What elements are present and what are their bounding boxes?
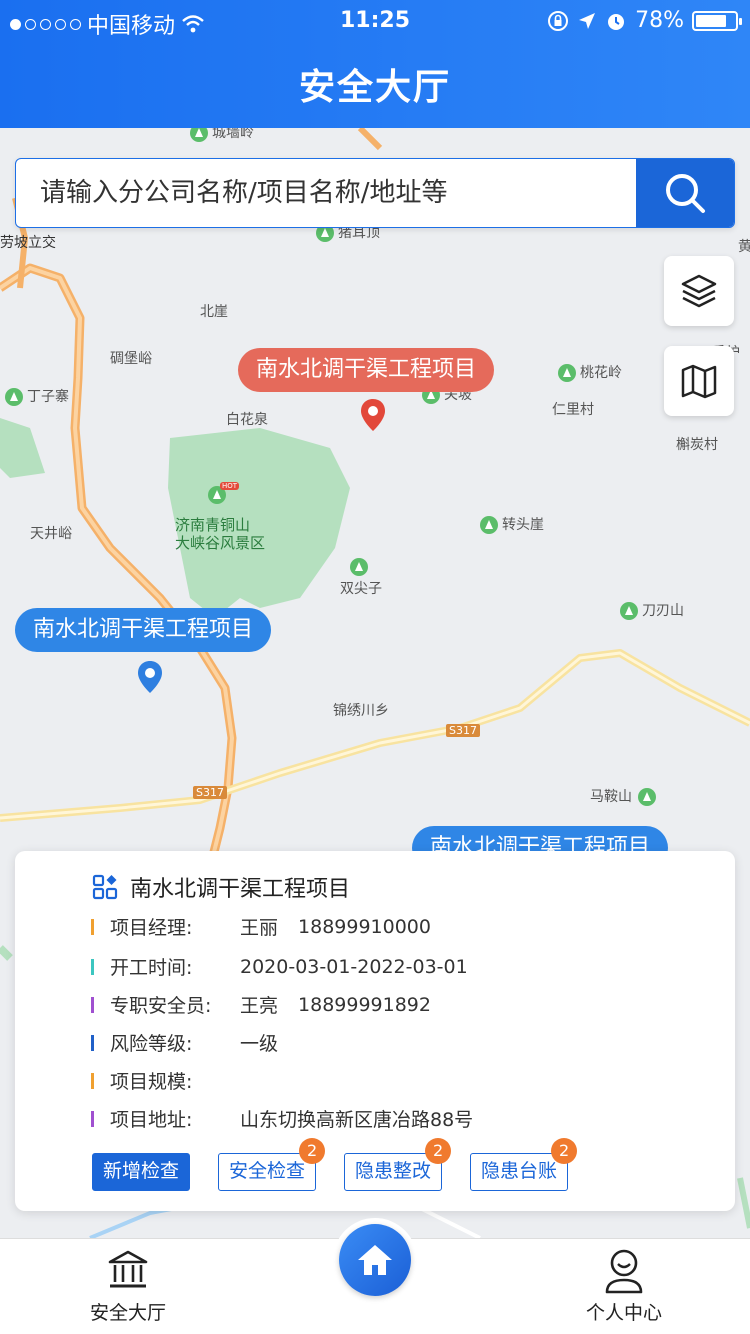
app-screen: 中国移动 11:25 78% 安全大厅 城墙岭 猪耳顶 劳坡立交 北崖 碉堡峪 …	[0, 0, 750, 1334]
mountain-icon	[5, 388, 23, 406]
row-label: 项目规模:	[110, 1071, 193, 1093]
status-bar: 中国移动 11:25 78%	[0, 0, 750, 40]
info-row-safety-officer: 专职安全员: 王亮 18899991892	[91, 991, 431, 1018]
map-label: 天井峪	[30, 526, 72, 542]
map-label: 锦绣川乡	[333, 703, 389, 719]
page-title: 安全大厅	[298, 67, 451, 108]
row-marker	[91, 958, 94, 975]
row-marker	[91, 1072, 94, 1089]
card-title: 南水北调干渠工程项目	[130, 877, 351, 902]
row-value: 王亮	[240, 995, 279, 1017]
rotation-lock-icon	[548, 10, 569, 31]
count-badge: 2	[551, 1138, 578, 1164]
status-right: 78%	[547, 8, 742, 33]
map-label: 双尖子	[340, 558, 382, 598]
row-label: 项目地址:	[110, 1109, 193, 1131]
road-sign: S317	[193, 786, 227, 799]
alarm-icon	[608, 13, 625, 30]
search-input[interactable]	[16, 159, 636, 227]
map-label: 桃花岭	[558, 362, 622, 382]
map-label: 碉堡峪	[110, 351, 152, 367]
user-icon	[605, 1249, 643, 1294]
home-button[interactable]	[333, 1218, 417, 1302]
row-label: 专职安全员:	[110, 995, 212, 1017]
map-label: 刀刃山	[620, 600, 684, 620]
tab-label: 安全大厅	[89, 1302, 166, 1324]
bank-icon	[108, 1250, 148, 1288]
mountain-icon	[620, 602, 638, 620]
layers-icon	[681, 274, 717, 308]
row-label: 开工时间:	[110, 957, 193, 979]
tab-safety-hall[interactable]: 安全大厅	[48, 1239, 208, 1334]
row-value: 王丽	[240, 917, 279, 939]
row-phone[interactable]: 18899910000	[298, 916, 431, 938]
row-marker	[91, 918, 94, 935]
row-value: 2020-03-01-2022-03-01	[240, 955, 468, 978]
mountain-icon	[480, 516, 498, 534]
count-badge: 2	[299, 1138, 326, 1164]
row-label: 风险等级:	[110, 1033, 193, 1055]
search-bar	[15, 158, 735, 228]
row-marker	[91, 1110, 94, 1127]
card-actions: 新增检查 安全检查 2 隐患整改 2 隐患台账 2	[92, 1138, 578, 1191]
map-label: 城墙岭	[190, 128, 254, 142]
header: 中国移动 11:25 78% 安全大厅	[0, 0, 750, 128]
map-label: 槲炭村	[676, 437, 718, 453]
map-pin-blue-icon[interactable]	[137, 660, 163, 696]
map-label: 大峡谷风景区	[175, 534, 266, 552]
map-label: 黄	[738, 239, 750, 255]
info-row-scale: 项目规模:	[91, 1067, 240, 1094]
map-label: 白花泉	[226, 412, 268, 428]
project-info-card: 南水北调干渠工程项目 项目经理: 王丽 18899910000 开工时间: 20…	[15, 851, 735, 1211]
mountain-icon	[558, 364, 576, 382]
row-marker	[91, 1034, 94, 1051]
road-sign: S317	[446, 724, 480, 737]
map-label: 马鞍山	[590, 786, 660, 806]
map-icon	[681, 364, 717, 399]
location-arrow-icon	[579, 12, 596, 29]
add-inspection-button[interactable]: 新增检查	[92, 1153, 191, 1191]
row-phone[interactable]: 18899991892	[298, 994, 431, 1016]
mountain-icon	[638, 788, 656, 806]
battery-icon	[692, 10, 742, 31]
home-icon	[358, 1245, 392, 1275]
map-label: 丁子寨	[5, 386, 69, 406]
search-icon	[666, 174, 705, 213]
mountain-icon	[350, 558, 368, 576]
home-button-inner	[339, 1224, 411, 1296]
map-type-button[interactable]	[664, 346, 734, 416]
info-row-risk-level: 风险等级: 一级	[91, 1029, 278, 1056]
hazard-rectify-button[interactable]: 隐患整改 2	[344, 1138, 452, 1191]
info-row-address: 项目地址: 山东切换高新区唐冶路88号	[91, 1105, 473, 1132]
row-label: 项目经理:	[110, 917, 193, 939]
hazard-ledger-button[interactable]: 隐患台账 2	[470, 1138, 578, 1191]
map-label: 仁里村	[552, 402, 594, 418]
row-marker	[91, 996, 94, 1013]
map-label: 转头崖	[480, 514, 544, 534]
info-row-start-time: 开工时间: 2020-03-01-2022-03-01	[91, 953, 468, 980]
apps-icon	[92, 874, 118, 900]
tab-label: 个人中心	[585, 1302, 662, 1324]
row-value: 一级	[240, 1033, 279, 1055]
search-button[interactable]	[636, 159, 734, 227]
info-row-manager: 项目经理: 王丽 18899910000	[91, 913, 431, 940]
project-bubble-selected[interactable]: 南水北调干渠工程项目	[238, 348, 495, 392]
map-label: 北崖	[200, 304, 228, 320]
row-value: 山东切换高新区唐冶路88号	[240, 1109, 474, 1131]
map-pin-red-icon[interactable]	[360, 398, 386, 434]
project-bubble[interactable]: 南水北调干渠工程项目	[15, 608, 272, 652]
card-header: 南水北调干渠工程项目	[92, 871, 350, 903]
hot-spot-icon: HOT	[208, 482, 240, 504]
safety-inspection-button[interactable]: 安全检查 2	[218, 1138, 326, 1191]
layers-button[interactable]	[664, 256, 734, 326]
map-label: 劳坡立交	[0, 235, 56, 251]
battery-percent: 78%	[635, 8, 684, 33]
count-badge: 2	[425, 1138, 452, 1164]
tab-personal-center[interactable]: 个人中心	[544, 1239, 704, 1334]
mountain-icon	[190, 128, 208, 142]
